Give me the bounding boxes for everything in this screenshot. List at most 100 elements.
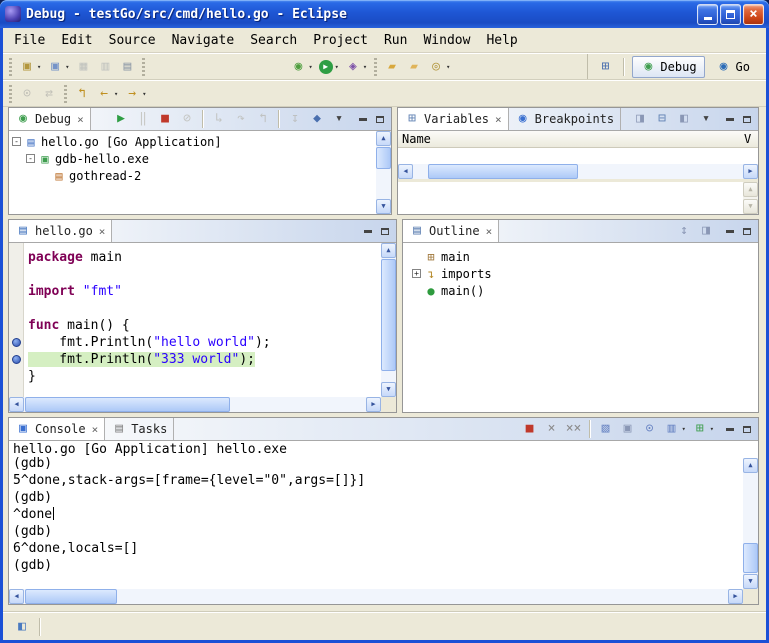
display-selected-console-icon[interactable]: ▥▾ [662, 418, 688, 440]
code-line[interactable]: import "fmt" [28, 283, 378, 300]
scrollbar-thumb[interactable] [743, 543, 758, 573]
close-tab-icon[interactable]: × [92, 423, 99, 436]
new-icon[interactable]: ▣▾ [17, 56, 43, 78]
perspective-debug-button[interactable]: ◉ Debug [632, 56, 704, 78]
toolbar-grip-handle[interactable] [9, 58, 12, 76]
print-icon[interactable]: ▤ [117, 56, 137, 78]
expand-icon[interactable]: + [412, 269, 421, 278]
close-tab-icon[interactable]: × [486, 225, 493, 238]
toolbar-grip-handle[interactable] [9, 85, 12, 103]
terminate-icon[interactable]: ■ [155, 108, 175, 130]
filter-icon[interactable]: ◨ [696, 220, 716, 242]
breakpoint-icon[interactable] [12, 355, 21, 364]
editor-horizontal-scrollbar[interactable]: ◀ ▶ [9, 397, 381, 412]
scrollbar-thumb[interactable] [381, 259, 396, 371]
maximize-view-icon[interactable] [740, 112, 754, 126]
console-vertical-scrollbar[interactable]: ▲ ▼ [743, 458, 758, 589]
tree-item[interactable]: -▤hello.go [Go Application] [9, 133, 376, 150]
external-tools-icon[interactable]: ◈▾ [343, 56, 369, 78]
console-horizontal-scrollbar[interactable]: ◀ ▶ [9, 589, 743, 604]
debug-vertical-scrollbar[interactable]: ▲ ▼ [376, 131, 391, 214]
open-folder-icon[interactable]: ▰ [382, 56, 402, 78]
tab-variables[interactable]: ⊞ Variables × [398, 108, 509, 130]
last-edit-location-icon[interactable]: ↰ [72, 83, 92, 105]
tab-hello-go[interactable]: ▤ hello.go × [9, 220, 112, 242]
open-perspective-button[interactable]: ⊞ [595, 56, 615, 78]
eclipse-logo-icon[interactable] [5, 6, 21, 22]
tree-item[interactable]: ⊞main [409, 248, 758, 265]
maximize-view-icon[interactable] [740, 422, 754, 436]
scrollbar-thumb[interactable] [25, 589, 117, 604]
scrollbar-thumb[interactable] [25, 397, 230, 412]
menu-file[interactable]: File [6, 30, 53, 51]
column-name[interactable]: Name [402, 132, 744, 146]
code-line[interactable]: package main [28, 249, 378, 266]
menu-navigate[interactable]: Navigate [164, 30, 243, 51]
open-console-icon[interactable]: ⊞▾ [690, 418, 716, 440]
minimize-view-icon[interactable] [356, 112, 370, 126]
fast-view-bar-button[interactable]: ◧ [12, 616, 32, 638]
tab-debug[interactable]: ◉ Debug × [9, 108, 91, 130]
collapse-all-icon[interactable]: ⊟ [652, 108, 672, 130]
tab-tasks[interactable]: ▤ Tasks [105, 418, 174, 440]
close-tab-icon[interactable]: × [77, 113, 84, 126]
terminate-icon[interactable]: ■ [520, 418, 540, 440]
column-value[interactable]: V [744, 132, 754, 146]
scroll-right-icon[interactable]: ▶ [366, 397, 381, 412]
show-type-names-icon[interactable]: ◨ [630, 108, 650, 130]
maximize-button[interactable] [720, 4, 741, 25]
menu-source[interactable]: Source [101, 30, 164, 51]
scroll-up-icon[interactable]: ▲ [743, 458, 758, 473]
toolbar-grip-handle[interactable] [64, 85, 67, 103]
maximize-view-icon[interactable] [740, 224, 754, 238]
search-icon[interactable]: ◎▾ [426, 56, 452, 78]
resume-icon[interactable]: ▶ [111, 108, 131, 130]
menu-edit[interactable]: Edit [53, 30, 100, 51]
scroll-left-icon[interactable]: ◀ [9, 589, 24, 604]
menu-run[interactable]: Run [376, 30, 415, 51]
menu-search[interactable]: Search [242, 30, 305, 51]
new-launch-icon[interactable]: ▣▾ [45, 56, 71, 78]
variables-horizontal-scrollbar[interactable]: ◀ ▶ [398, 164, 758, 179]
scrollbar-thumb[interactable] [428, 164, 578, 179]
editor-code-area[interactable]: package main import "fmt" func main() { … [25, 243, 381, 397]
tab-console[interactable]: ▣ Console × [9, 418, 105, 440]
editor-annotation-ruler[interactable] [9, 243, 24, 397]
scroll-right-icon[interactable]: ▶ [728, 589, 743, 604]
close-button[interactable]: × [743, 4, 764, 25]
tree-item[interactable]: -▣gdb-hello.exe [9, 150, 376, 167]
code-line[interactable]: func main() { [28, 317, 378, 334]
view-menu-icon[interactable]: ▾ [696, 108, 716, 130]
toolbar-grip-handle[interactable] [142, 58, 145, 76]
code-line[interactable] [28, 300, 378, 317]
menu-window[interactable]: Window [415, 30, 478, 51]
maximize-view-icon[interactable] [373, 112, 387, 126]
scroll-down-icon[interactable]: ▼ [381, 382, 396, 397]
pin-console-icon[interactable]: ⊙ [640, 418, 660, 440]
scrollbar-thumb[interactable] [376, 147, 391, 169]
scroll-right-icon[interactable]: ▶ [743, 164, 758, 179]
menu-help[interactable]: Help [478, 30, 525, 51]
scroll-up-icon[interactable]: ▲ [381, 243, 396, 258]
use-step-filters-icon[interactable]: ◆ [307, 108, 327, 130]
scroll-left-icon[interactable]: ◀ [9, 397, 24, 412]
menu-project[interactable]: Project [305, 30, 376, 51]
toolbar-grip-handle[interactable] [374, 58, 377, 76]
minimize-view-icon[interactable] [723, 224, 737, 238]
breakpoint-icon[interactable] [12, 338, 21, 347]
forward-icon[interactable]: →▾ [122, 83, 148, 105]
collapse-icon[interactable]: - [12, 137, 21, 146]
back-icon[interactable]: ←▾ [94, 83, 120, 105]
editor-vertical-scrollbar[interactable]: ▲ ▼ [381, 243, 396, 397]
tree-item[interactable]: ●main() [409, 282, 758, 299]
minimize-view-icon[interactable] [361, 224, 375, 238]
layout-icon[interactable]: ◧ [674, 108, 694, 130]
run-icon[interactable]: ▶▾ [317, 56, 341, 78]
close-tab-icon[interactable]: × [495, 113, 502, 126]
maximize-view-icon[interactable] [378, 224, 392, 238]
scroll-left-icon[interactable]: ◀ [398, 164, 413, 179]
tab-outline[interactable]: ▤ Outline × [403, 220, 499, 242]
collapse-icon[interactable]: - [26, 154, 35, 163]
tree-item[interactable]: +↴imports [409, 265, 758, 282]
open-file-icon[interactable]: ▰ [404, 56, 424, 78]
